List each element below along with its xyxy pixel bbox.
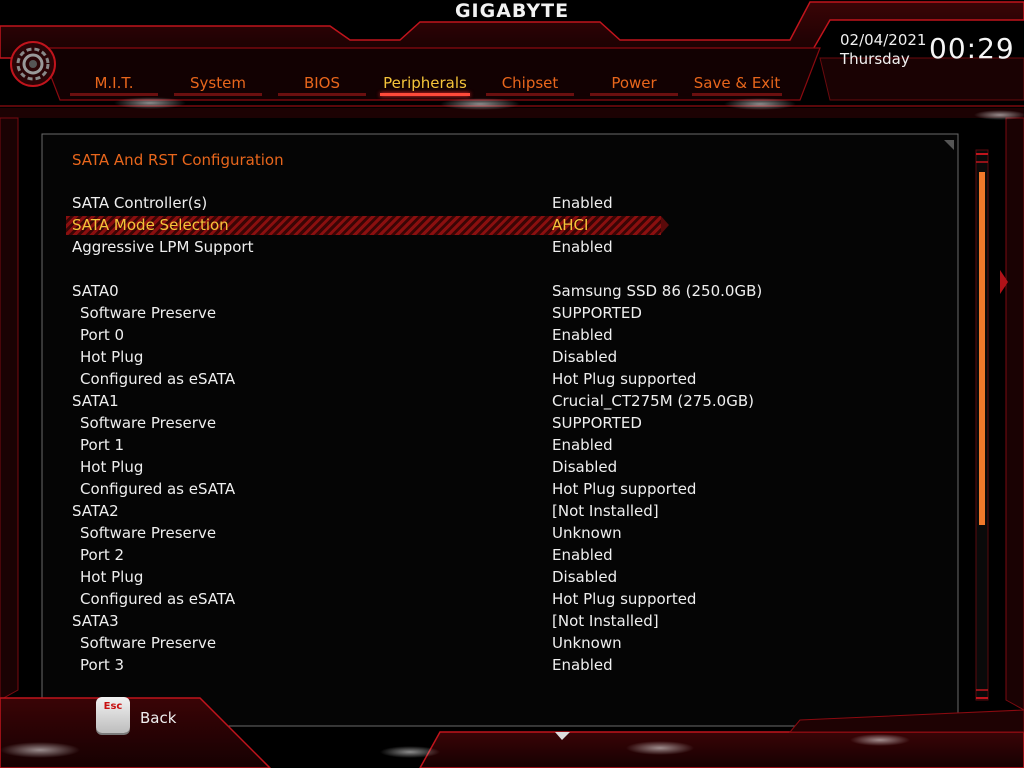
setting-row[interactable]: SATA2 [Not Installed] bbox=[60, 500, 670, 522]
tab-label: BIOS bbox=[303, 74, 341, 92]
setting-row[interactable]: Port 3 Enabled bbox=[60, 654, 670, 676]
setting-value: Hot Plug supported bbox=[552, 590, 697, 608]
setting-row[interactable]: Software Preserve Unknown bbox=[60, 522, 670, 544]
setting-row[interactable]: Hot Plug Disabled bbox=[60, 566, 670, 588]
setting-row[interactable]: Aggressive LPM Support Enabled bbox=[60, 236, 670, 258]
tab-label: System bbox=[190, 74, 246, 92]
setting-label: Configured as eSATA bbox=[80, 370, 236, 388]
setting-value: Disabled bbox=[552, 568, 618, 586]
date-text: 02/04/2021 bbox=[840, 31, 927, 49]
setting-value: Unknown bbox=[552, 634, 622, 652]
setting-value: Enabled bbox=[552, 546, 613, 564]
setting-label: SATA Controller(s) bbox=[72, 194, 208, 212]
tab-label: Save & Exit bbox=[693, 74, 781, 92]
setting-label: Software Preserve bbox=[80, 304, 217, 322]
setting-label: Hot Plug bbox=[80, 458, 144, 476]
tab-save-exit[interactable]: Save & Exit bbox=[692, 72, 782, 96]
setting-row[interactable]: Configured as eSATA Hot Plug supported bbox=[60, 478, 696, 500]
setting-label: Port 3 bbox=[80, 656, 125, 674]
setting-row[interactable]: Hot Plug Disabled bbox=[60, 346, 670, 368]
setting-value: AHCI bbox=[552, 216, 589, 234]
tab-chipset[interactable]: Chipset bbox=[486, 72, 574, 96]
esc-key-label: Esc bbox=[103, 701, 123, 712]
clock-time: 00:29 bbox=[929, 32, 1015, 65]
setting-label: SATA2 bbox=[72, 502, 119, 520]
tab-label: Peripherals bbox=[383, 74, 467, 92]
setting-value: Unknown bbox=[552, 524, 622, 542]
setting-value: [Not Installed] bbox=[552, 612, 659, 630]
tab-peripherals[interactable]: Peripherals bbox=[380, 72, 470, 96]
setting-label: Port 1 bbox=[80, 436, 125, 454]
setting-row[interactable]: Software Preserve Unknown bbox=[60, 632, 670, 654]
setting-row[interactable]: SATA3 [Not Installed] bbox=[60, 610, 670, 632]
setting-label: Aggressive LPM Support bbox=[72, 238, 254, 256]
setting-row[interactable]: Port 1 Enabled bbox=[60, 434, 670, 456]
tab-label: Power bbox=[611, 74, 657, 92]
setting-row[interactable]: Hot Plug Disabled bbox=[60, 456, 670, 478]
setting-value: Hot Plug supported bbox=[552, 480, 697, 498]
setting-label: Configured as eSATA bbox=[80, 590, 236, 608]
setting-value: Hot Plug supported bbox=[552, 370, 697, 388]
esc-key-button[interactable]: Esc bbox=[96, 697, 130, 733]
setting-label: SATA3 bbox=[72, 612, 119, 630]
tab-bios[interactable]: BIOS bbox=[278, 72, 366, 96]
setting-row[interactable]: SATA Mode Selection AHCI bbox=[60, 214, 670, 236]
tab-label: M.I.T. bbox=[94, 74, 134, 92]
setting-value: SUPPORTED bbox=[552, 414, 642, 432]
setting-value: Disabled bbox=[552, 458, 618, 476]
setting-row[interactable]: SATA1 Crucial_CT275M (275.0GB) bbox=[60, 390, 754, 412]
brand-logo: GIGABYTE bbox=[454, 0, 570, 22]
setting-value: Disabled bbox=[552, 348, 618, 366]
tab-system[interactable]: System bbox=[174, 72, 262, 96]
setting-row[interactable]: Configured as eSATA Hot Plug supported bbox=[60, 368, 696, 390]
setting-label: Software Preserve bbox=[80, 414, 217, 432]
setting-row[interactable]: Software Preserve SUPPORTED bbox=[60, 412, 670, 434]
setting-value: Enabled bbox=[552, 238, 613, 256]
setting-label: SATA0 bbox=[72, 282, 119, 300]
setting-value: Enabled bbox=[552, 194, 613, 212]
back-button[interactable]: Back bbox=[140, 708, 176, 728]
setting-row[interactable]: Configured as eSATA Hot Plug supported bbox=[60, 588, 696, 610]
setting-label: SATA1 bbox=[72, 392, 119, 410]
tab-label: Chipset bbox=[501, 74, 559, 92]
tab-mit[interactable]: M.I.T. bbox=[70, 72, 158, 96]
setting-row[interactable]: SATA0 Samsung SSD 86 (250.0GB) bbox=[60, 280, 762, 302]
setting-row[interactable]: Software Preserve SUPPORTED bbox=[60, 302, 670, 324]
setting-value: [Not Installed] bbox=[552, 502, 659, 520]
scrollbar-thumb[interactable] bbox=[979, 172, 985, 525]
setting-label: SATA Mode Selection bbox=[72, 216, 229, 234]
day-text: Thursday bbox=[840, 50, 910, 68]
setting-value: Samsung SSD 86 (250.0GB) bbox=[552, 282, 763, 300]
setting-row[interactable]: Port 2 Enabled bbox=[60, 544, 670, 566]
setting-value: SUPPORTED bbox=[552, 304, 642, 322]
setting-label: Port 0 bbox=[80, 326, 125, 344]
setting-value: Crucial_CT275M (275.0GB) bbox=[552, 392, 754, 410]
setting-label: Software Preserve bbox=[80, 524, 217, 542]
setting-value: Enabled bbox=[552, 656, 613, 674]
setting-label: Configured as eSATA bbox=[80, 480, 236, 498]
setting-row[interactable]: Port 0 Enabled bbox=[60, 324, 670, 346]
setting-label: Hot Plug bbox=[80, 348, 144, 366]
main-tabs: M.I.T. System BIOS Peripherals Chipset P… bbox=[0, 72, 1024, 102]
setting-value: Enabled bbox=[552, 436, 613, 454]
setting-label: Hot Plug bbox=[80, 568, 144, 586]
clock-date: 02/04/2021 Thursday bbox=[840, 31, 926, 69]
setting-value: Enabled bbox=[552, 326, 613, 344]
setting-label: Software Preserve bbox=[80, 634, 217, 652]
page-title: SATA And RST Configuration bbox=[72, 151, 284, 169]
setting-label: Port 2 bbox=[80, 546, 125, 564]
setting-row[interactable]: SATA Controller(s) Enabled bbox=[60, 192, 670, 214]
tab-power[interactable]: Power bbox=[590, 72, 678, 96]
